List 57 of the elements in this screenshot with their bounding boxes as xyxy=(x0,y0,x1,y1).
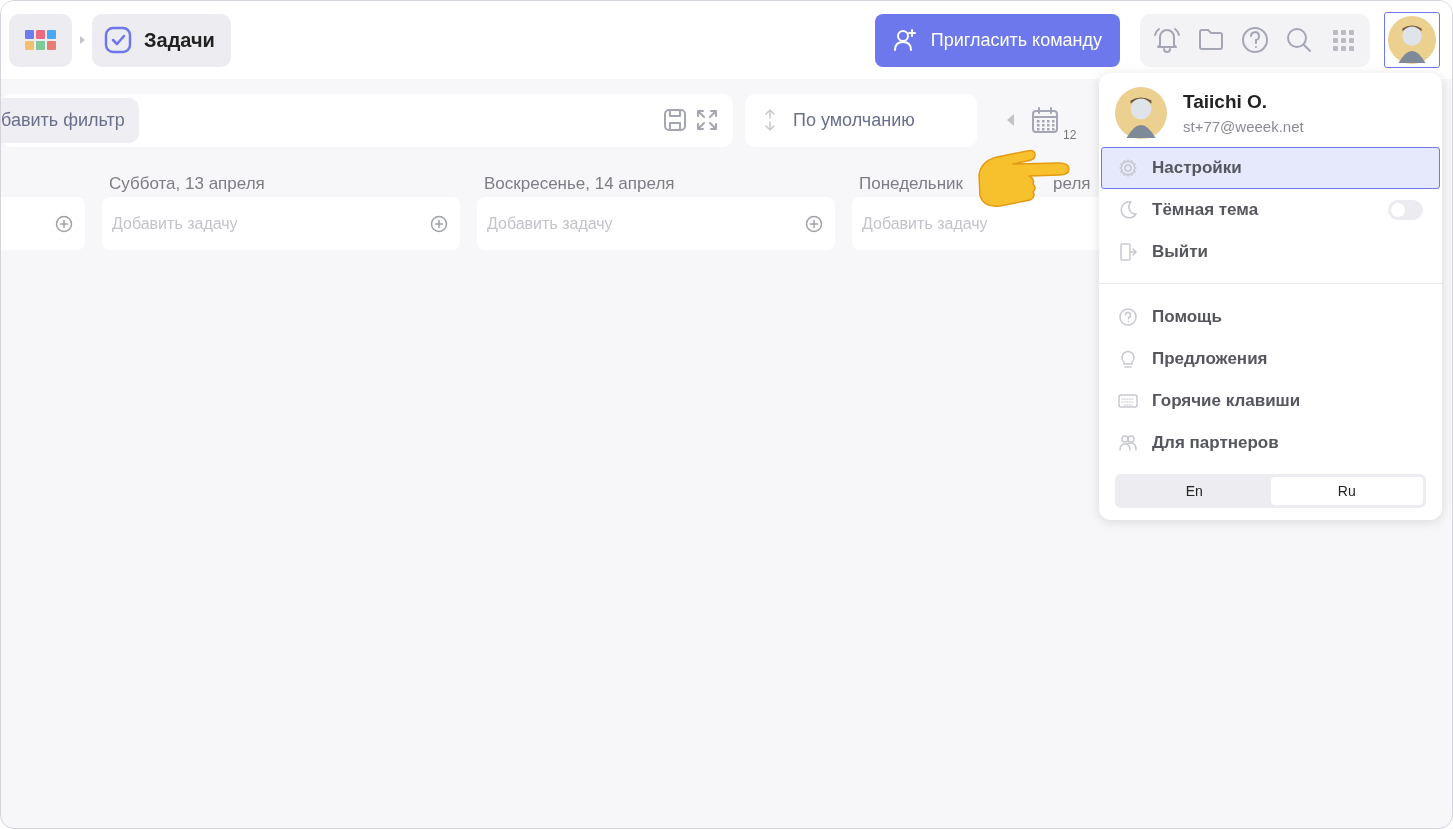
user-avatar-icon xyxy=(1115,87,1167,139)
date-label: 12 xyxy=(1063,127,1077,144)
people-icon xyxy=(1118,433,1138,453)
lightbulb-icon xyxy=(1118,349,1138,369)
add-icon[interactable] xyxy=(805,214,823,233)
profile-button[interactable] xyxy=(1384,12,1440,68)
menu-item-label: Предложения xyxy=(1152,348,1268,371)
caret-left-icon[interactable] xyxy=(1005,113,1015,127)
add-task-placeholder: Добавить задачу xyxy=(487,213,613,234)
checkbox-icon xyxy=(104,26,132,54)
gear-icon xyxy=(1118,158,1138,178)
user-name: Taiichi O. xyxy=(1183,89,1269,114)
column-title: реля xyxy=(1053,173,1091,195)
menu-item[interactable]: Горячие клавиши xyxy=(1101,380,1440,422)
menu-item-label: Настройки xyxy=(1152,157,1242,180)
add-task-placeholder: Добавить задачу xyxy=(112,213,238,234)
add-user-icon xyxy=(892,28,917,52)
keyboard-icon xyxy=(1118,391,1138,411)
exit-icon xyxy=(1118,242,1138,262)
breadcrumb-tab[interactable]: Задачи xyxy=(92,13,231,67)
menu-item-label: Для партнеров xyxy=(1152,432,1279,455)
column-title: Понедельник xyxy=(859,173,964,195)
apps-button[interactable] xyxy=(9,13,72,67)
save-icon[interactable] xyxy=(663,108,687,132)
help-icon xyxy=(1118,307,1138,327)
add-icon[interactable] xyxy=(55,214,73,233)
invite-team-button[interactable]: Пригласить команду xyxy=(874,13,1120,67)
add-filter-button[interactable]: бавить фильтр xyxy=(1,97,139,143)
calendar-icon[interactable] xyxy=(1031,106,1059,134)
sort-dropdown[interactable]: По умолчанию xyxy=(745,93,977,147)
help-button[interactable] xyxy=(1240,25,1270,55)
chevron-right-icon xyxy=(78,34,86,46)
moon-icon xyxy=(1118,200,1138,220)
add-icon[interactable] xyxy=(430,214,448,233)
user-email: st+77@weeek.net xyxy=(1183,117,1304,137)
sort-label: По умолчанию xyxy=(793,108,915,132)
search-button[interactable] xyxy=(1284,25,1314,55)
help-icon xyxy=(1240,25,1270,55)
expand-icon[interactable] xyxy=(695,108,719,132)
menu-item[interactable]: Предложения xyxy=(1101,338,1440,380)
menu-item[interactable]: Для партнеров xyxy=(1101,422,1440,464)
apps-grid-icon xyxy=(25,30,56,50)
avatar-icon xyxy=(1388,16,1436,64)
menu-item[interactable]: Настройки xyxy=(1101,147,1440,189)
sort-arrows-icon xyxy=(763,108,777,132)
language-option[interactable]: En xyxy=(1118,477,1271,505)
column-title: Суббота, 13 апреля xyxy=(109,173,265,195)
menu-item-label: Горячие клавиши xyxy=(1152,390,1301,413)
menu-item[interactable]: Помощь xyxy=(1101,296,1440,338)
language-option[interactable]: Ru xyxy=(1270,477,1423,505)
breadcrumb-title: Задачи xyxy=(144,28,215,53)
search-icon xyxy=(1284,25,1314,55)
bell-icon xyxy=(1152,25,1182,55)
add-task-placeholder: Добавить задачу xyxy=(862,213,988,234)
menu-item-label: Помощь xyxy=(1152,306,1222,329)
column-title: Воскресенье, 14 апреля xyxy=(484,173,675,195)
bell-button[interactable] xyxy=(1152,25,1182,55)
